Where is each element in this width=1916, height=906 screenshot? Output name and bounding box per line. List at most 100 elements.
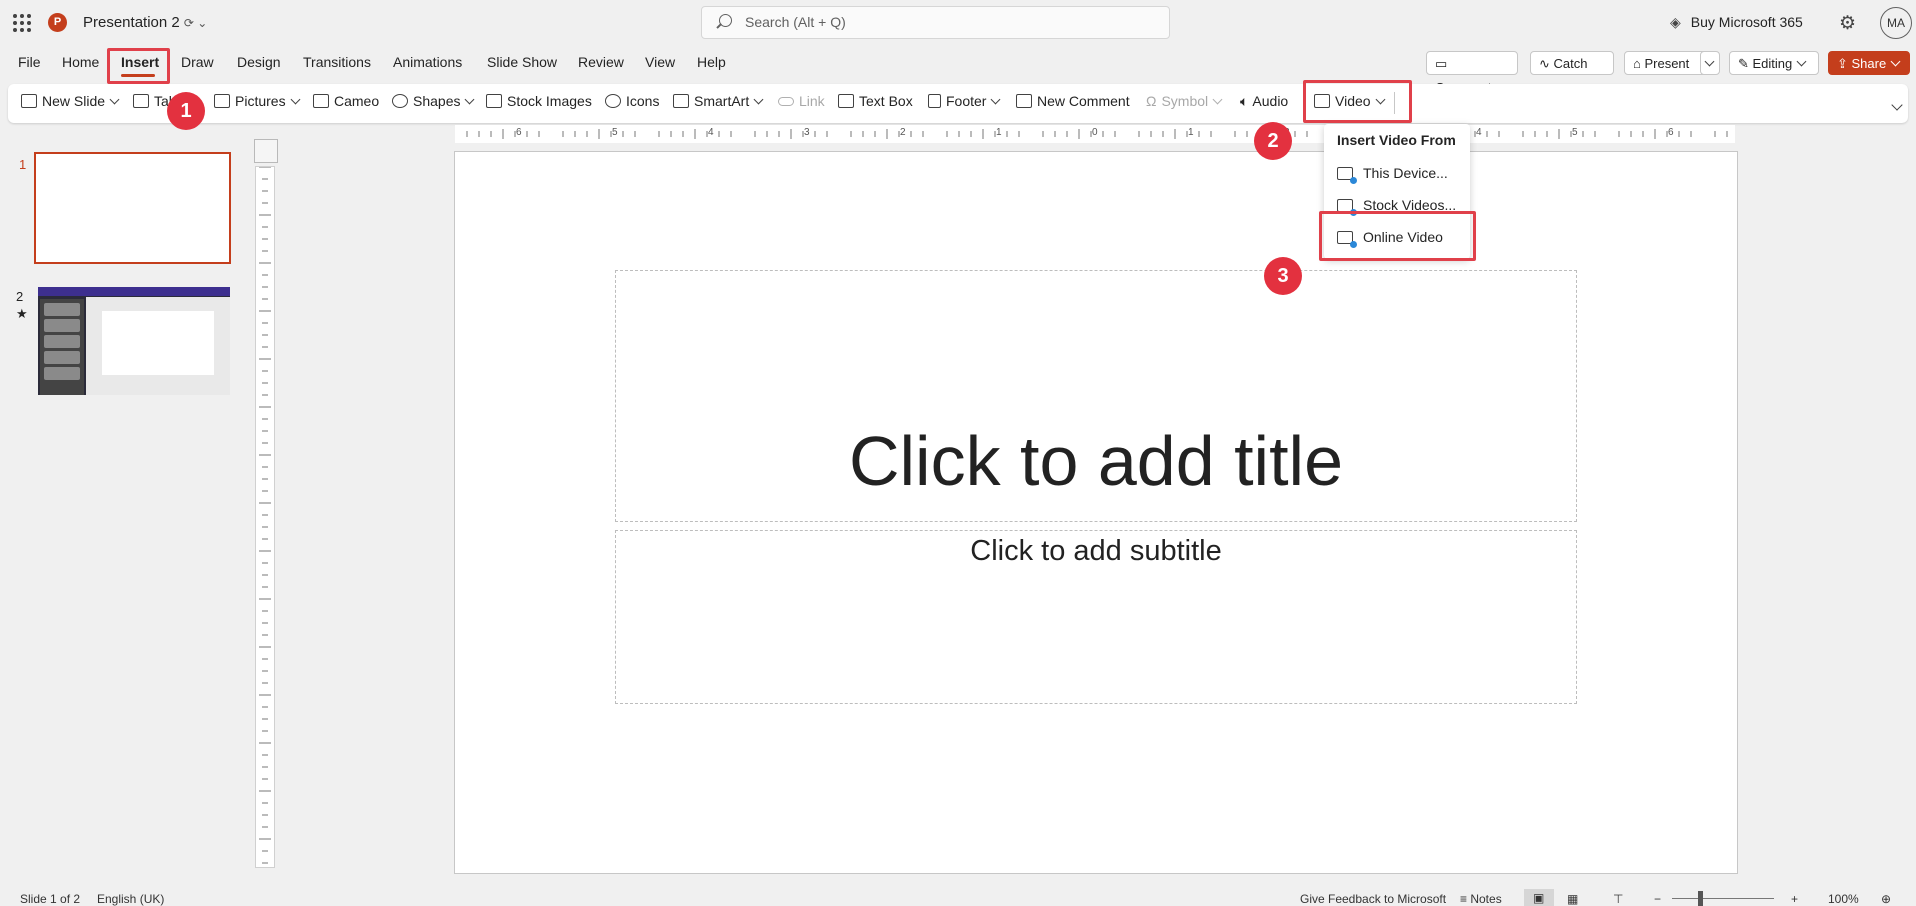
- present-button[interactable]: ⌂ Present: [1624, 51, 1709, 75]
- text-box-icon: [838, 94, 854, 108]
- document-title[interactable]: Presentation 2 ⟳ ⌄: [83, 14, 207, 31]
- menu-item-this-device[interactable]: This Device...: [1337, 165, 1448, 184]
- highlight-online-video: [1319, 211, 1476, 261]
- chevron-down-icon: [1212, 94, 1223, 105]
- language-indicator[interactable]: English (UK): [97, 892, 164, 906]
- vertical-ruler-ticks: [259, 167, 271, 864]
- thumbnail-slide: [102, 311, 214, 375]
- normal-view-button[interactable]: ▣: [1524, 889, 1554, 906]
- ruler-toggle-button[interactable]: [254, 139, 278, 163]
- zoom-in-button[interactable]: +: [1791, 892, 1798, 906]
- link-button[interactable]: Link: [778, 93, 825, 109]
- chevron-down-icon: [753, 94, 764, 105]
- zoom-slider-thumb[interactable]: [1698, 891, 1703, 906]
- chevron-down-icon: [1796, 56, 1807, 67]
- settings-gear-icon[interactable]: ⚙: [1839, 12, 1856, 35]
- present-dropdown-button[interactable]: [1700, 51, 1720, 75]
- ruler-label: 6: [516, 127, 522, 138]
- chevron-down-icon: [109, 94, 120, 105]
- slide-thumbnail-1[interactable]: [34, 152, 231, 264]
- search-box[interactable]: Search (Alt + Q): [701, 6, 1170, 39]
- diamond-icon: ◈: [1670, 14, 1681, 30]
- share-button[interactable]: ⇪ Share: [1828, 51, 1910, 75]
- tab-help[interactable]: Help: [697, 54, 726, 70]
- search-placeholder: Search (Alt + Q): [745, 14, 846, 30]
- slide-animation-star-icon: ★: [16, 306, 28, 321]
- audio-button[interactable]: 🔈︎ Audio: [1240, 93, 1288, 110]
- slide-number-1: 1: [19, 157, 27, 172]
- slide-canvas[interactable]: Click to add title Click to add subtitle: [454, 151, 1738, 874]
- cameo-button[interactable]: Cameo: [313, 93, 379, 109]
- table-icon: [133, 94, 149, 108]
- comments-button[interactable]: ▭ Comments: [1426, 51, 1518, 95]
- vertical-ruler: [255, 166, 275, 868]
- horizontal-ruler: 6543210123456: [455, 125, 1735, 143]
- step-marker-2: 2: [1254, 122, 1292, 160]
- tab-file[interactable]: File: [18, 54, 41, 70]
- title-placeholder[interactable]: Click to add title: [615, 270, 1577, 522]
- thumbnail-header: [38, 287, 230, 296]
- ruler-label: 1: [1188, 127, 1194, 138]
- highlight-insert-tab: [107, 48, 170, 84]
- tab-draw[interactable]: Draw: [181, 54, 214, 70]
- subtitle-placeholder-text: Click to add subtitle: [970, 535, 1222, 567]
- comment-icon: [1016, 94, 1032, 108]
- stock-images-button[interactable]: Stock Images: [486, 93, 592, 109]
- new-comment-button[interactable]: New Comment: [1016, 93, 1130, 109]
- pencil-icon: ✎: [1738, 56, 1753, 71]
- footer-icon: [928, 94, 941, 108]
- stock-images-icon: [486, 94, 502, 108]
- chevron-down-icon: [290, 94, 301, 105]
- search-icon: [719, 14, 732, 27]
- slide-count[interactable]: Slide 1 of 2: [20, 892, 80, 906]
- chevron-down-icon: [991, 94, 1001, 105]
- ruler-label: 4: [1476, 127, 1482, 138]
- icons-button[interactable]: Icons: [605, 93, 659, 109]
- thumbnail-main: [86, 297, 230, 395]
- tab-transitions[interactable]: Transitions: [303, 54, 371, 70]
- reading-view-button[interactable]: ⊤: [1613, 892, 1623, 906]
- slide-thumbnail-2[interactable]: [38, 287, 230, 395]
- new-slide-icon: [21, 94, 37, 108]
- tab-design[interactable]: Design: [237, 54, 281, 70]
- user-avatar[interactable]: MA: [1880, 7, 1912, 39]
- zoom-out-button[interactable]: −: [1654, 892, 1661, 906]
- menu-header: Insert Video From: [1337, 132, 1456, 148]
- chevron-down-icon: [1890, 56, 1901, 67]
- cameo-icon: [313, 94, 329, 108]
- tab-review[interactable]: Review: [578, 54, 624, 70]
- new-slide-button[interactable]: New Slide: [21, 93, 120, 109]
- step-marker-1: 1: [167, 92, 205, 130]
- tab-animations[interactable]: Animations: [393, 54, 462, 70]
- editing-mode-button[interactable]: ✎ Editing: [1729, 51, 1819, 75]
- tab-home[interactable]: Home: [62, 54, 99, 70]
- slide-number-2: 2: [16, 289, 24, 304]
- pictures-button[interactable]: Pictures: [214, 93, 301, 109]
- powerpoint-logo-icon: P: [48, 13, 67, 32]
- buy-microsoft-365-link[interactable]: ◈ Buy Microsoft 365: [1670, 14, 1803, 31]
- shapes-button[interactable]: Shapes: [392, 93, 475, 109]
- footer-button[interactable]: Footer: [928, 93, 1001, 109]
- fit-to-window-icon[interactable]: ⊕: [1881, 892, 1891, 906]
- normal-view-icon: ▣: [1533, 891, 1545, 905]
- ruler-label: 5: [612, 127, 618, 138]
- notes-button[interactable]: ≡ Notes: [1460, 892, 1502, 906]
- subtitle-placeholder[interactable]: Click to add subtitle: [615, 530, 1577, 704]
- grid-icon: ▦: [1567, 892, 1579, 906]
- zoom-level[interactable]: 100%: [1828, 892, 1859, 906]
- thumbnail-sidebar: [40, 299, 84, 395]
- zoom-slider[interactable]: [1672, 898, 1774, 899]
- app-launcher-icon[interactable]: [13, 14, 31, 32]
- catch-up-button[interactable]: ∿ Catch up: [1530, 51, 1614, 95]
- chevron-down-icon: [465, 94, 475, 105]
- symbol-button[interactable]: Ω Symbol: [1146, 93, 1223, 109]
- feedback-link[interactable]: Give Feedback to Microsoft: [1300, 892, 1446, 906]
- text-box-button[interactable]: Text Box: [838, 93, 913, 109]
- slide-sorter-button[interactable]: ▦: [1567, 892, 1578, 906]
- tab-slide-show[interactable]: Slide Show: [487, 54, 557, 70]
- smartart-button[interactable]: SmartArt: [673, 93, 764, 109]
- device-video-icon: [1337, 167, 1357, 184]
- link-icon: [778, 97, 794, 106]
- tab-view[interactable]: View: [645, 54, 675, 70]
- pulse-icon: ∿: [1539, 56, 1554, 71]
